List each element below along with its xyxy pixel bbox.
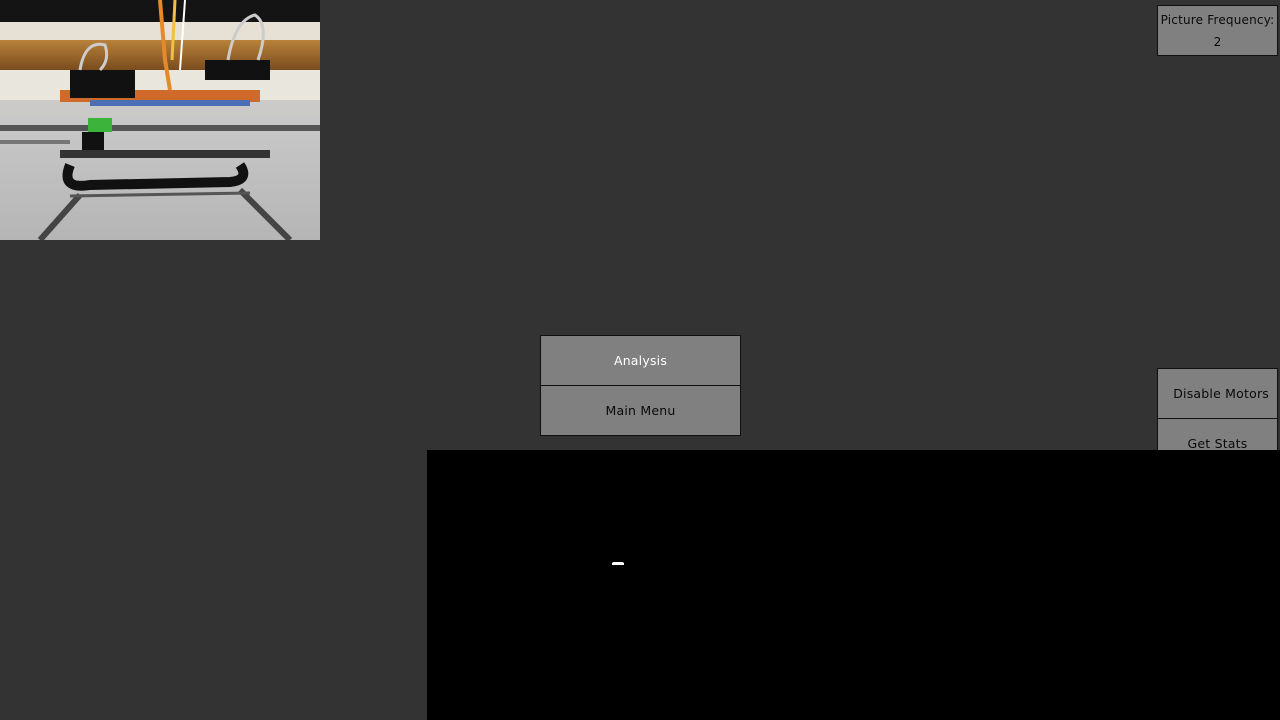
- get-stats-button-label: Get Stats: [1187, 436, 1248, 451]
- app-window: Picture Frequency: 2 Analysis Main Menu …: [0, 0, 1280, 720]
- printer-interior-photo: [0, 0, 320, 240]
- picture-frequency-button[interactable]: Picture Frequency: 2: [1157, 5, 1278, 56]
- analysis-button[interactable]: Analysis: [540, 335, 741, 386]
- picture-frequency-value: 2: [1213, 34, 1222, 49]
- camera-feed-image: [0, 0, 320, 240]
- main-menu-button-label: Main Menu: [605, 403, 676, 418]
- disable-motors-button[interactable]: Disable Motors: [1157, 368, 1278, 419]
- analysis-canvas[interactable]: [427, 450, 1280, 720]
- analysis-marker: [612, 562, 624, 565]
- disable-motors-button-label: Disable Motors: [1173, 386, 1269, 401]
- main-menu-button[interactable]: Main Menu: [540, 385, 741, 436]
- picture-frequency-label: Picture Frequency:: [1160, 12, 1275, 27]
- analysis-button-label: Analysis: [613, 353, 668, 368]
